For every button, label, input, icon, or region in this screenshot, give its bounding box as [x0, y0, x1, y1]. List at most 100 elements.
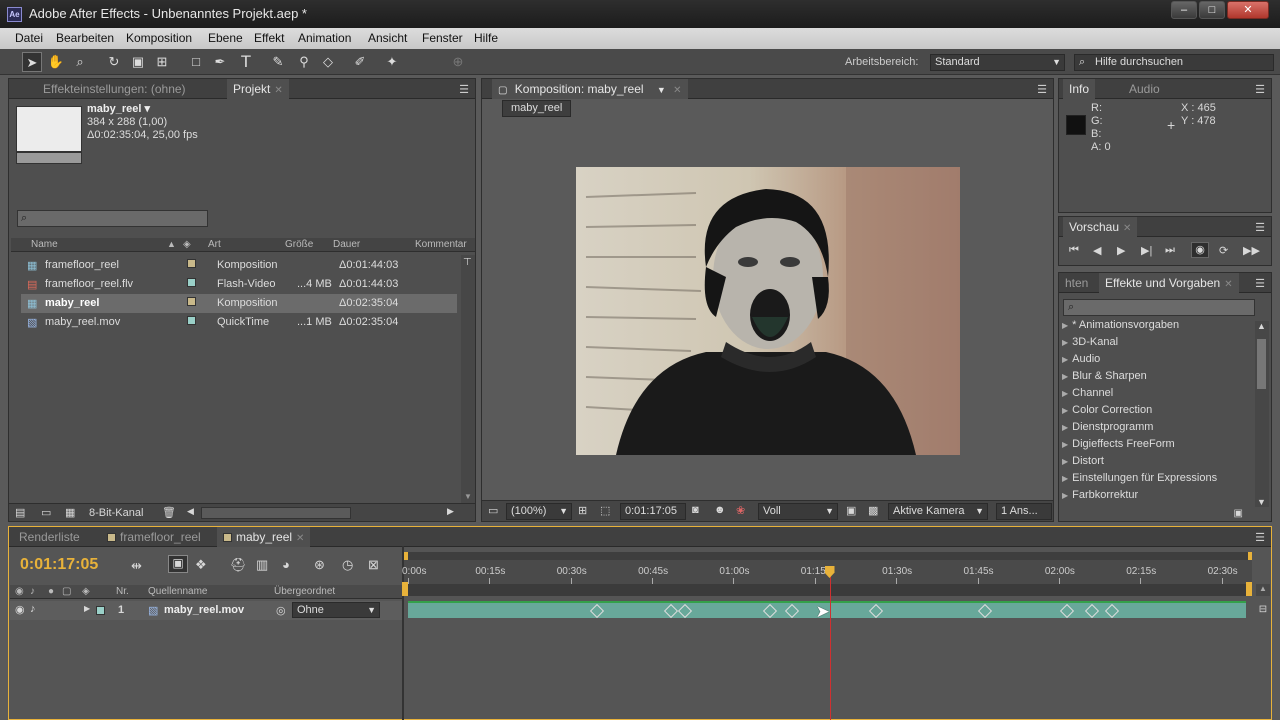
disclosure-triangle-icon[interactable]: ▶: [84, 604, 90, 613]
eye-icon[interactable]: ◉: [15, 603, 25, 616]
col-name[interactable]: Name: [31, 238, 58, 251]
eraser-tool-icon[interactable]: ◇: [318, 52, 338, 72]
magnification-select[interactable]: (100%) ▼: [506, 503, 572, 520]
preview-name[interactable]: maby_reel ▾: [87, 102, 150, 115]
list-item[interactable]: ▧ maby_reel.mov QuickTime ...1 MB Δ0:02:…: [21, 313, 457, 332]
zoom-tool-icon[interactable]: ⌕: [70, 52, 90, 72]
current-time-display[interactable]: 0:01:17:05: [620, 503, 686, 520]
menu-datei[interactable]: Datei: [15, 31, 43, 45]
hand-tool-icon[interactable]: ✋: [46, 52, 66, 72]
effect-category[interactable]: ▶ Color Correction: [1062, 404, 1152, 421]
brainstorm-icon[interactable]: ⊛: [314, 557, 325, 573]
minimize-button[interactable]: –: [1171, 1, 1197, 19]
effect-category[interactable]: ▶ Distort: [1062, 455, 1104, 472]
col-duration[interactable]: Dauer: [333, 238, 360, 251]
frame-blending-icon[interactable]: ▥: [256, 557, 268, 573]
disclosure-triangle-icon[interactable]: ▶: [1062, 457, 1068, 466]
col-parent[interactable]: Übergeordnet: [274, 585, 335, 598]
always-preview-icon[interactable]: ▭: [488, 504, 498, 517]
interpret-footage-icon[interactable]: ▤: [15, 506, 25, 519]
close-icon[interactable]: ✕: [1224, 279, 1232, 290]
panel-menu-icon[interactable]: ☰: [1255, 221, 1265, 234]
previous-frame-icon[interactable]: ◀: [1093, 244, 1101, 257]
panel-menu-icon[interactable]: ☰: [1255, 83, 1265, 96]
close-icon[interactable]: ✕: [1123, 223, 1131, 234]
scroll-up-icon[interactable]: ▲: [1256, 584, 1270, 596]
col-source-name[interactable]: Quellenname: [148, 585, 207, 598]
grid-icon[interactable]: ⊞: [578, 504, 587, 517]
chevron-down-icon[interactable]: ▼: [657, 85, 666, 95]
rectangle-tool-icon[interactable]: □: [186, 52, 206, 72]
work-area-bar[interactable]: [404, 552, 1252, 560]
scroll-thumb[interactable]: [1257, 339, 1266, 389]
tab-audio[interactable]: Audio: [1123, 79, 1166, 99]
scroll-down-icon[interactable]: ▼: [464, 492, 472, 501]
first-frame-icon[interactable]: ⏮: [1069, 244, 1079, 257]
scroll-up-icon[interactable]: ▲: [1257, 321, 1266, 331]
disclosure-triangle-icon[interactable]: ▶: [1062, 491, 1068, 500]
views-select[interactable]: 1 Ans...: [996, 503, 1052, 520]
lock-icon[interactable]: ▢: [62, 585, 71, 598]
live-update-icon[interactable]: ▣: [168, 555, 188, 573]
camera-tool-icon[interactable]: ▣: [128, 52, 148, 72]
col-size[interactable]: Größe: [285, 238, 313, 251]
menu-komposition[interactable]: Komposition: [126, 31, 192, 45]
maximize-button[interactable]: □: [1199, 1, 1225, 19]
menu-effekt[interactable]: Effekt: [254, 31, 284, 45]
play-icon[interactable]: ▶: [1117, 244, 1125, 257]
scroll-down-icon[interactable]: ▼: [1257, 497, 1266, 507]
tab-framefloor-reel[interactable]: framefloor_reel: [101, 527, 207, 547]
panel-menu-icon[interactable]: ☰: [459, 83, 469, 96]
text-tool-icon[interactable]: T: [236, 52, 256, 72]
menu-bearbeiten[interactable]: Bearbeiten: [56, 31, 114, 45]
composition-breadcrumb[interactable]: maby_reel: [502, 100, 572, 117]
mask-visibility-icon[interactable]: ⬚: [600, 504, 610, 517]
speaker-icon[interactable]: ♪: [30, 585, 35, 598]
solo-icon[interactable]: ●: [48, 585, 54, 598]
snapshot-camera-icon[interactable]: ◙: [692, 504, 699, 516]
timeline-current-time[interactable]: 0:01:17:05: [20, 556, 98, 574]
project-search-input[interactable]: ⌕: [17, 210, 208, 227]
next-frame-icon[interactable]: ▶|: [1141, 244, 1152, 257]
menu-ebene[interactable]: Ebene: [208, 31, 243, 45]
list-item[interactable]: ▦ maby_reel Komposition Δ0:02:35:04: [21, 294, 457, 313]
effect-category[interactable]: ▶ 3D-Kanal: [1062, 336, 1118, 353]
panel-menu-icon[interactable]: ☰: [1255, 531, 1265, 544]
work-area-start-handle[interactable]: [404, 552, 408, 560]
layer-switches-icon[interactable]: ⊟: [1256, 604, 1270, 618]
motion-blur-icon[interactable]: ◕: [282, 557, 290, 572]
disclosure-triangle-icon[interactable]: ▶: [1062, 321, 1068, 330]
show-snapshot-icon[interactable]: ☻: [714, 504, 726, 516]
puppet-pin-tool-icon[interactable]: ✦: [382, 52, 402, 72]
workspace-select[interactable]: Standard ▼: [930, 54, 1065, 71]
time-navigator[interactable]: [404, 584, 1252, 596]
navigator-start-handle[interactable]: [402, 582, 408, 596]
composition-mini-flowchart-icon[interactable]: ⇹: [131, 558, 142, 574]
scroll-right-icon[interactable]: ▶: [447, 506, 454, 517]
disclosure-triangle-icon[interactable]: ▶: [1062, 389, 1068, 398]
layer-row[interactable]: ◉ ♪ ▶ 1 ▧ maby_reel.mov ◎ Ohne ▼: [10, 601, 402, 620]
effect-category[interactable]: ▶ Digieffects FreeForm: [1062, 438, 1175, 455]
parent-select[interactable]: Ohne ▼: [292, 602, 380, 618]
disclosure-triangle-icon[interactable]: ▶: [1062, 423, 1068, 432]
close-button[interactable]: ✕: [1227, 1, 1269, 19]
close-icon[interactable]: ✕: [296, 533, 304, 544]
tab-effect-controls[interactable]: Effekteinstellungen: (ohne): [37, 79, 192, 99]
project-scrollbar[interactable]: ⊤ ▼: [461, 255, 475, 503]
label-color-chip[interactable]: [187, 278, 196, 287]
effect-category[interactable]: ▶ Audio: [1062, 353, 1100, 370]
speaker-icon[interactable]: ♪: [30, 603, 36, 615]
clone-stamp-tool-icon[interactable]: ⚲: [294, 52, 314, 72]
audio-toggle-icon[interactable]: ◉: [1191, 242, 1209, 258]
menu-fenster[interactable]: Fenster: [422, 31, 463, 45]
effect-category[interactable]: ▶ Dienstprogramm: [1062, 421, 1153, 438]
disclosure-triangle-icon[interactable]: ▶: [1062, 355, 1068, 364]
horizontal-scrollbar[interactable]: [201, 507, 351, 519]
menu-animation[interactable]: Animation: [298, 31, 351, 45]
label-color-chip[interactable]: [187, 316, 196, 325]
selection-tool-icon[interactable]: ➤: [22, 52, 42, 72]
composition-viewer-image[interactable]: [576, 167, 960, 455]
bit-depth-label[interactable]: 8-Bit-Kanal: [89, 507, 143, 519]
effect-category[interactable]: ▶ Einstellungen für Expressions: [1062, 472, 1217, 489]
region-of-interest-icon[interactable]: ▣: [846, 504, 856, 517]
